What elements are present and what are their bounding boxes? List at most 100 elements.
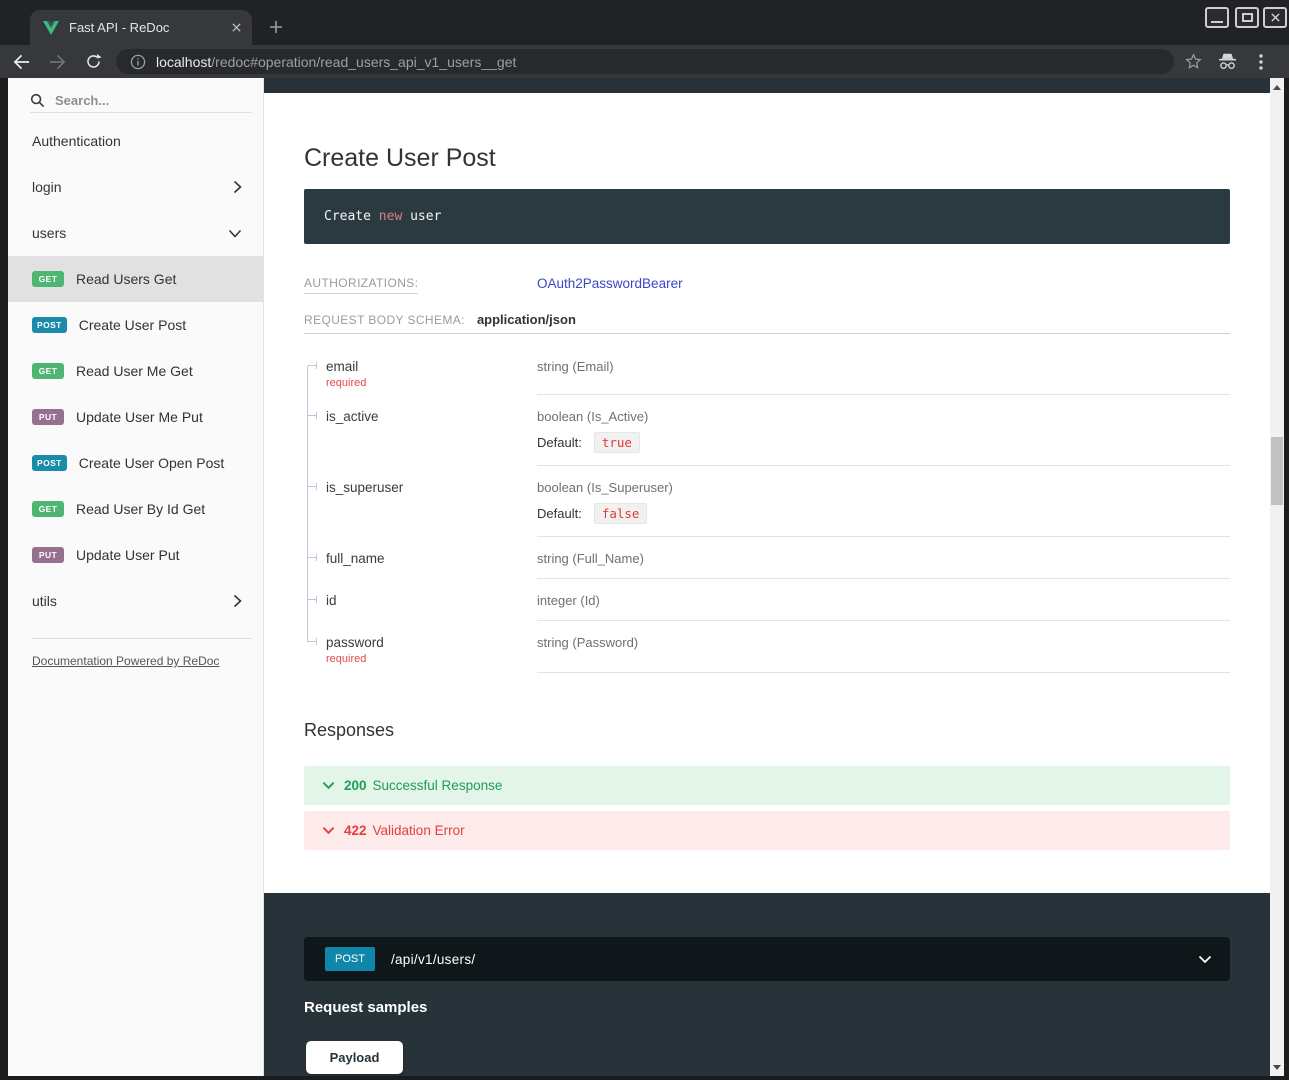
sidebar-item-update-user-put[interactable]: PUT Update User Put	[8, 532, 264, 578]
request-body-schema-label: REQUEST BODY SCHEMA:	[304, 313, 465, 327]
url-path: /redoc#operation/read_users_api_v1_users…	[211, 54, 516, 70]
field-type: integer (Id)	[537, 593, 1230, 608]
default-label: Default:	[537, 435, 582, 450]
sidebar-menu: Authentication login users GET Read User…	[8, 118, 264, 668]
browser-toolbar: localhost/redoc#operation/read_users_api…	[0, 45, 1289, 78]
response-code: 422	[344, 823, 367, 838]
sidebar-item-label: Update User Me Put	[76, 409, 203, 425]
field-type-cell: boolean (Is_Superuser) Default: false	[537, 466, 1230, 537]
scrollbar-thumb[interactable]	[1271, 437, 1283, 505]
field-type-cell: string (Full_Name)	[537, 537, 1230, 579]
search-input[interactable]	[55, 93, 225, 108]
field-name-cell: is_active	[304, 395, 537, 466]
redoc-footer-link[interactable]: Documentation Powered by ReDoc	[32, 654, 264, 668]
chevron-right-icon	[233, 594, 242, 608]
window-maximize-button[interactable]	[1235, 7, 1259, 28]
authorizations-row: AUTHORIZATIONS: OAuth2PasswordBearer	[304, 276, 683, 291]
method-badge-put: PUT	[32, 547, 64, 563]
field-name: password	[326, 635, 537, 650]
sidebar-item-read-users-get[interactable]: GET Read Users Get	[8, 256, 264, 302]
field-name-cell: is_superuser	[304, 466, 537, 537]
sidebar-item-read-user-me-get[interactable]: GET Read User Me Get	[8, 348, 264, 394]
sidebar: Authentication login users GET Read User…	[8, 78, 264, 1076]
oauth2-link[interactable]: OAuth2PasswordBearer	[537, 276, 683, 291]
browser-tab-bar: Fast API - ReDoc	[0, 0, 1289, 45]
authorizations-label: AUTHORIZATIONS:	[304, 276, 537, 290]
tree-connector-icon	[308, 641, 317, 642]
sidebar-item-create-user-post[interactable]: POST Create User Post	[8, 302, 264, 348]
scroll-down-arrow-icon[interactable]	[1270, 1060, 1284, 1074]
sidebar-item-login[interactable]: login	[8, 164, 264, 210]
url-host: localhost	[156, 54, 211, 70]
sidebar-section-label: utils	[32, 593, 233, 609]
search-box[interactable]	[8, 86, 264, 114]
request-samples-title: Request samples	[304, 999, 427, 1016]
forward-button[interactable]	[42, 48, 72, 76]
field-required-label: required	[326, 377, 537, 389]
field-type: string (Email)	[537, 359, 1230, 374]
sidebar-section-label: Authentication	[32, 133, 264, 149]
request-samples-panel: POST /api/v1/users/ Request samples Payl…	[264, 893, 1270, 1076]
response-200-bar[interactable]: 200 Successful Response	[304, 766, 1230, 805]
method-badge-post: POST	[32, 317, 67, 333]
response-label: Validation Error	[373, 823, 465, 838]
method-badge-get: GET	[32, 363, 64, 379]
previous-section-edge	[264, 78, 1270, 93]
bookmark-star-icon[interactable]	[1178, 48, 1208, 76]
window-close-button[interactable]	[1263, 7, 1287, 28]
chevron-down-icon	[322, 781, 335, 790]
new-tab-button[interactable]	[263, 14, 289, 40]
schema-fields: email required string (Email) is_active …	[304, 350, 1230, 673]
minimize-icon	[1211, 21, 1223, 23]
page-scrollbar[interactable]	[1270, 78, 1284, 1076]
back-button[interactable]	[6, 48, 36, 76]
search-icon	[30, 93, 45, 108]
field-name-cell: email required	[304, 350, 537, 395]
response-422-bar[interactable]: 422 Validation Error	[304, 811, 1230, 850]
reload-button[interactable]	[78, 48, 108, 76]
endpoint-path-dropdown[interactable]: POST /api/v1/users/	[304, 937, 1230, 981]
code-text: Create	[324, 209, 379, 224]
field-type: boolean (Is_Active)	[537, 409, 1230, 424]
field-type: boolean (Is_Superuser)	[537, 480, 1230, 495]
schema-field-row-password: password required string (Password)	[304, 621, 1230, 673]
chevron-down-icon	[1198, 955, 1212, 964]
tree-connector-icon	[308, 557, 317, 558]
sidebar-item-label: Read User Me Get	[76, 363, 193, 379]
method-badge-get: GET	[32, 271, 64, 287]
browser-menu-button[interactable]	[1246, 48, 1276, 76]
scroll-up-arrow-icon[interactable]	[1270, 80, 1284, 94]
schema-top-divider	[304, 333, 1230, 334]
window-minimize-button[interactable]	[1205, 7, 1229, 28]
code-text: user	[402, 209, 441, 224]
main-content: Create User Post Create new user AUTHORI…	[264, 78, 1270, 1076]
page-title: Create User Post	[304, 144, 496, 173]
favicon-vue-icon	[43, 21, 59, 35]
page-info-icon[interactable]	[130, 54, 146, 70]
field-type-cell: integer (Id)	[537, 579, 1230, 621]
chevron-down-icon	[228, 229, 242, 238]
sidebar-item-read-user-by-id-get[interactable]: GET Read User By Id Get	[8, 486, 264, 532]
request-body-schema-row: REQUEST BODY SCHEMA: application/json	[304, 312, 576, 327]
schema-field-row-full-name: full_name string (Full_Name)	[304, 537, 1230, 579]
method-badge-put: PUT	[32, 409, 64, 425]
field-name: is_active	[326, 409, 537, 424]
sidebar-section-label: users	[32, 225, 228, 241]
field-type: string (Password)	[537, 635, 1230, 650]
close-icon	[1270, 12, 1281, 23]
sidebar-item-authentication[interactable]: Authentication	[8, 118, 264, 164]
default-value-chip: true	[594, 432, 640, 453]
tab-close-icon[interactable]	[231, 22, 242, 33]
sidebar-item-users[interactable]: users	[8, 210, 264, 256]
response-code: 200	[344, 778, 367, 793]
default-label: Default:	[537, 506, 582, 521]
browser-tab[interactable]: Fast API - ReDoc	[30, 10, 252, 45]
payload-tab[interactable]: Payload	[306, 1041, 403, 1074]
field-name: full_name	[326, 551, 537, 566]
sidebar-item-utils[interactable]: utils	[8, 578, 264, 624]
sidebar-item-create-user-open-post[interactable]: POST Create User Open Post	[8, 440, 264, 486]
sidebar-item-update-user-me-put[interactable]: PUT Update User Me Put	[8, 394, 264, 440]
sidebar-item-label: Read User By Id Get	[76, 501, 205, 517]
url-text: localhost/redoc#operation/read_users_api…	[156, 54, 516, 70]
url-bar[interactable]: localhost/redoc#operation/read_users_api…	[116, 49, 1174, 74]
